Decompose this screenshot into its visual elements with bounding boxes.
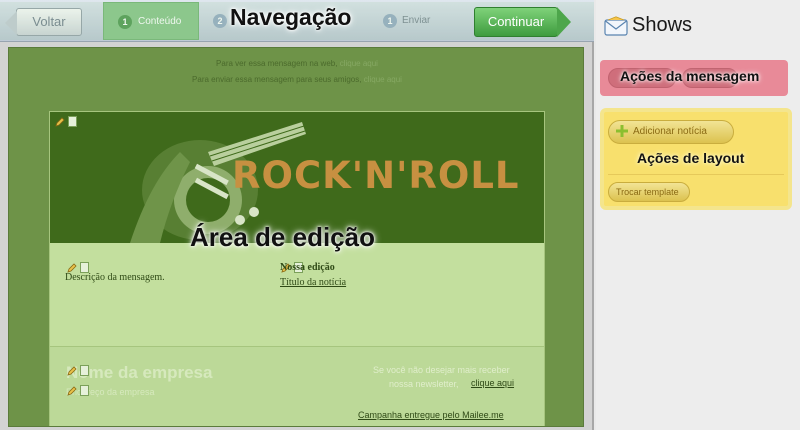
preheader-web-line: Para ver essa mensagem na web, clique aq…	[9, 59, 583, 68]
preheader-web-link[interactable]: clique aqui	[340, 59, 378, 68]
document-icon[interactable]	[68, 116, 77, 127]
unsubscribe-line-1: Se você não desejar mais receber	[373, 365, 510, 375]
actions-sidebar: Shows Ações da mensagem Adicionar notíci…	[596, 0, 800, 430]
preheader-forward-link[interactable]: clique aqui	[364, 75, 402, 84]
preheader-forward-line: Para enviar essa mensagem para seus amig…	[9, 75, 583, 84]
divider	[608, 174, 784, 175]
email-template: ROCK'N'ROLL Área de edição Descrição da …	[49, 111, 545, 426]
message-actions-panel: Ações da mensagem	[600, 60, 788, 96]
change-template-label: Trocar template	[616, 187, 679, 197]
edit-area-overlay-label: Área de edição	[190, 222, 375, 252]
news-title-link[interactable]: Título da notícia	[280, 277, 346, 288]
pencil-icon[interactable]	[66, 385, 78, 397]
navigation-overlay-label: Navegação	[230, 4, 352, 30]
news-section-label: Nossa edição	[280, 262, 335, 273]
continue-button[interactable]: Continuar	[474, 7, 571, 37]
document-icon[interactable]	[80, 365, 89, 376]
layout-actions-overlay-label: Ações de layout	[637, 150, 745, 166]
pencil-icon[interactable]	[54, 116, 66, 128]
email-footer: Nome da empresa Endereço da empresa Se v…	[50, 346, 544, 426]
message-description[interactable]: Descrição da mensagem.	[65, 272, 165, 283]
preheader-web-text: Para ver essa mensagem na web,	[216, 59, 338, 68]
unsubscribe-line-2: nossa newsletter,	[389, 379, 459, 389]
unsubscribe-link[interactable]: clique aqui	[471, 378, 514, 388]
plus-icon	[616, 125, 628, 137]
add-news-label: Adicionar notícia	[633, 126, 707, 137]
add-news-button[interactable]: Adicionar notícia	[608, 120, 734, 144]
wizard-navigation-bar: Voltar 1 Conteúdo 2 1 Enviar Continuar N…	[0, 0, 594, 42]
change-template-button[interactable]: Trocar template	[608, 182, 690, 202]
layout-actions-panel: Adicionar notícia Ações de layout Trocar…	[600, 108, 792, 210]
banner-title: ROCK'N'ROLL	[232, 154, 520, 197]
pencil-icon[interactable]	[66, 365, 78, 377]
preheader-forward-text: Para enviar essa mensagem para seus amig…	[192, 75, 362, 84]
edit-canvas: Para ver essa mensagem na web, clique aq…	[8, 47, 584, 427]
campaign-title: Shows	[632, 14, 693, 36]
delivered-by-link[interactable]: Campanha entregue pelo Mailee.me	[358, 410, 504, 420]
editor-pane: Voltar 1 Conteúdo 2 1 Enviar Continuar N…	[0, 0, 594, 430]
message-actions-overlay-label: Ações da mensagem	[620, 68, 760, 84]
banner-edit-controls	[54, 116, 80, 128]
company-address-edit-controls	[66, 385, 92, 397]
company-name-edit-controls	[66, 365, 92, 377]
document-icon[interactable]	[80, 385, 89, 396]
envelope-icon	[604, 16, 628, 36]
